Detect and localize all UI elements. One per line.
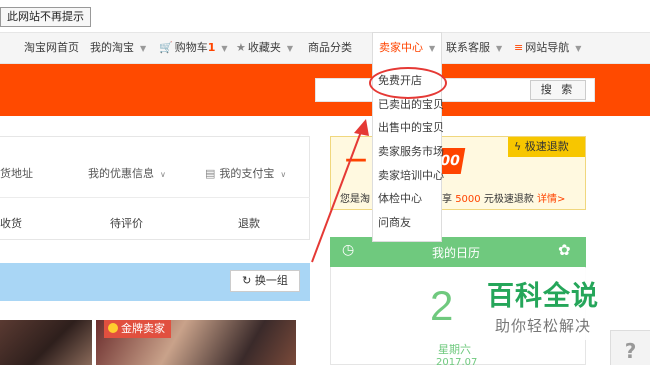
nav-seller-center[interactable]: 卖家中心 ▼	[372, 32, 442, 64]
chevron-down-icon: ▼	[140, 44, 147, 53]
nav-contact[interactable]: 联系客服 ▼	[446, 33, 502, 63]
chevron-down-icon: ▼	[221, 44, 228, 53]
promo-tag: ϟ 极速退款	[508, 137, 585, 157]
nav-cart[interactable]: 🛒 购物车1 ▼	[159, 33, 228, 63]
chevron-down-icon: ∨	[160, 170, 166, 179]
swap-button[interactable]: ↻ 换一组	[230, 270, 300, 292]
annotation-circle	[369, 67, 447, 99]
menu-item-on-sale[interactable]: 出售中的宝贝	[373, 116, 444, 140]
gear-icon[interactable]: ✿	[558, 241, 571, 259]
medal-icon	[108, 323, 118, 333]
user-panel	[0, 136, 310, 240]
chevron-down-icon: ▼	[496, 44, 503, 53]
dismiss-notice-button[interactable]: 此网站不再提示	[0, 7, 91, 27]
alipay-link[interactable]: ▤ 我的支付宝 ∨	[205, 165, 286, 181]
menu-icon: ≡	[514, 41, 524, 54]
card-icon: ▤	[205, 167, 216, 180]
notice-bar: 此网站不再提示	[0, 0, 650, 32]
calendar-date: 2017.07	[436, 357, 478, 365]
promo-big-text: —	[345, 147, 367, 172]
nav-categories[interactable]: 商品分类	[308, 33, 352, 63]
menu-item-checkup[interactable]: 体检中心	[373, 187, 441, 211]
site-nav-bar: 淘宝网首页 我的淘宝 ▼ 🛒 购物车1 ▼ ★ 收藏夹 ▼ 商品分类 卖家中心 ▼ 联系客服…	[0, 32, 650, 64]
nav-favorites[interactable]: ★ 收藏夹 ▼	[236, 33, 293, 63]
calendar-day: 2	[430, 282, 454, 329]
star-icon: ★	[236, 41, 246, 54]
divider	[0, 197, 310, 198]
calendar-title: 我的日历	[432, 246, 481, 260]
cart-icon: 🛒	[159, 41, 173, 54]
lightning-icon: ϟ	[514, 140, 522, 153]
calendar-weekday: 星期六	[438, 343, 471, 356]
nav-my-taobao[interactable]: 我的淘宝 ▼	[90, 33, 146, 63]
menu-item-service-market[interactable]: 卖家服务市场	[373, 140, 444, 164]
menu-item-training[interactable]: 卖家培训中心	[373, 164, 444, 188]
product-image[interactable]	[0, 320, 92, 365]
chevron-down-icon: ▼	[575, 44, 582, 53]
watermark: 百科全说 助你轻松解决	[462, 268, 624, 340]
refresh-icon: ↻	[242, 274, 255, 287]
stat-review[interactable]: 待评价	[110, 215, 143, 231]
gold-seller-badge: 金牌卖家	[104, 320, 171, 338]
chevron-down-icon: ∨	[280, 170, 287, 179]
search-button[interactable]: 搜 索	[530, 80, 586, 100]
stat-receive[interactable]: 收货	[0, 215, 22, 231]
calendar-header: ◷ 我的日历 ✿	[330, 237, 586, 267]
clock-icon: ◷	[342, 242, 355, 258]
nav-home-link[interactable]: 淘宝网首页	[24, 33, 79, 63]
address-link[interactable]: 货地址	[0, 165, 33, 181]
menu-item-ask-friends[interactable]: 问商友	[373, 211, 441, 235]
help-button[interactable]: ?	[610, 330, 650, 365]
coupon-link[interactable]: 我的优惠信息 ∨	[88, 165, 166, 181]
nav-site-nav[interactable]: ≡ 网站导航 ▼	[514, 33, 581, 63]
stat-refund[interactable]: 退款	[238, 215, 260, 231]
chevron-down-icon: ▼	[429, 44, 436, 53]
chevron-down-icon: ▼	[286, 44, 294, 53]
detail-link[interactable]: 详情>	[537, 194, 565, 205]
